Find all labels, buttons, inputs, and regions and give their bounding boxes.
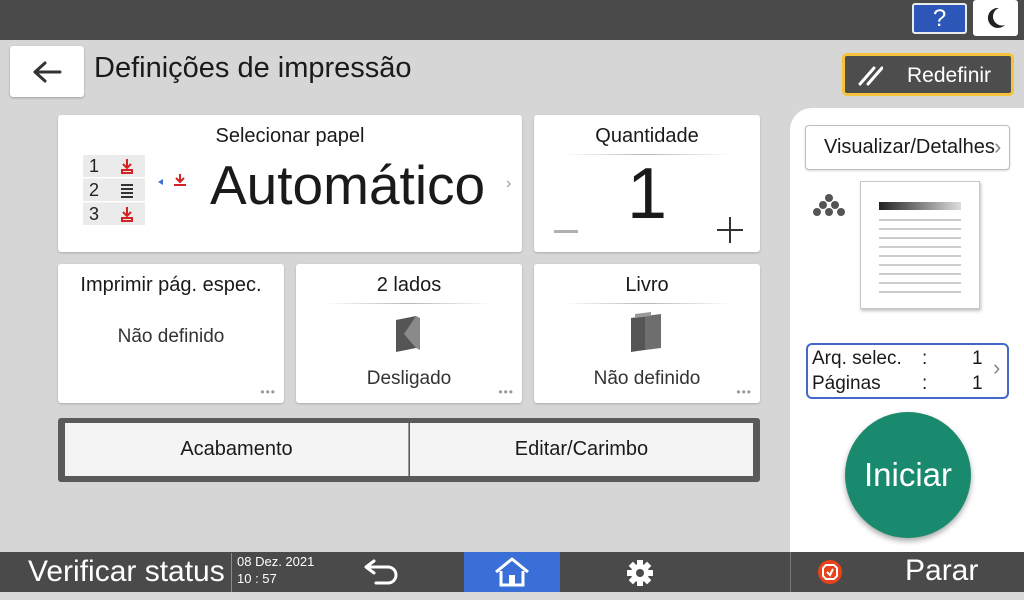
page-preview-thumbnail[interactable]	[860, 181, 980, 309]
reset-button[interactable]: Redefinir	[842, 53, 1014, 96]
color-dots-icon	[813, 194, 845, 216]
paper-trays-icon: 1 2 3	[83, 155, 186, 225]
date-label: 08 Dez. 2021	[237, 554, 315, 569]
start-button[interactable]: Iniciar	[845, 412, 971, 538]
more-options-icon: •••	[498, 385, 514, 399]
finishing-button[interactable]: Acabamento	[65, 423, 409, 476]
stop-icon	[818, 560, 842, 584]
reset-slashes-icon	[858, 66, 883, 86]
print-pages-value: Não definido	[117, 326, 225, 347]
two-sided-icon	[396, 316, 420, 352]
file-info-button[interactable]: Arq. selec. : 1 Páginas : 1 ›	[806, 343, 1009, 399]
files-label: Arq. selec.	[812, 348, 902, 369]
chevron-right-icon: ›	[506, 175, 512, 192]
book-value: Não definido	[593, 368, 701, 389]
reset-label: Redefinir	[907, 64, 992, 87]
help-button[interactable]: ?	[912, 3, 967, 34]
quantity-tile[interactable]: Quantidade 1	[534, 115, 760, 252]
moon-icon	[987, 7, 1005, 28]
edit-stamp-button[interactable]: Editar/Carimbo	[410, 423, 753, 476]
document-preview	[879, 202, 961, 293]
back-nav-button[interactable]	[362, 555, 406, 589]
date-time: 08 Dez. 2021 10 : 57	[231, 553, 314, 592]
chevron-right-icon: ›	[994, 134, 1002, 159]
pages-label: Páginas	[812, 373, 881, 394]
bottom-strip	[0, 592, 1024, 600]
tray-2-label: 2	[89, 180, 99, 200]
undo-arrow-icon	[364, 559, 398, 585]
stop-label: Parar	[905, 554, 979, 587]
stop-button[interactable]: Parar	[790, 552, 1024, 592]
settings-button[interactable]	[620, 555, 660, 589]
book-icon	[631, 312, 661, 352]
tray-3-label: 3	[89, 204, 99, 224]
two-sided-title: 2 lados	[296, 274, 522, 304]
print-pages-title: Imprimir pág. espec.	[80, 274, 262, 296]
quantity-title: Quantidade	[534, 125, 760, 155]
two-sided-tile[interactable]: 2 lados Desligado •••	[296, 264, 522, 403]
pages-separator: :	[922, 373, 928, 394]
page-title: Definições de impressão	[94, 52, 412, 84]
home-icon	[495, 557, 529, 587]
time-label: 10 : 57	[237, 571, 277, 586]
quantity-minus-button[interactable]	[554, 230, 578, 233]
chevron-right-icon: ›	[993, 355, 1001, 380]
view-details-button[interactable]: Visualizar/Detalhes ›	[805, 125, 1010, 170]
paper-select-value: Automático	[210, 154, 486, 216]
help-icon: ?	[932, 4, 947, 32]
gear-icon	[627, 560, 653, 586]
more-options-icon: •••	[260, 385, 276, 399]
paper-select-tile[interactable]: Selecionar papel 1 2 3 Automático ›	[58, 115, 522, 252]
tray-1-label: 1	[89, 156, 99, 176]
theme-toggle-button[interactable]	[973, 0, 1018, 36]
more-options-icon: •••	[736, 385, 752, 399]
book-tile[interactable]: Livro Não definido •••	[534, 264, 760, 403]
function-tabs: Acabamento Editar/Carimbo	[58, 418, 760, 482]
quantity-plus-button[interactable]	[717, 217, 743, 243]
top-bar	[0, 0, 1024, 40]
pages-value: 1	[972, 373, 983, 394]
print-pages-tile[interactable]: Imprimir pág. espec. Não definido •••	[58, 264, 284, 403]
files-value: 1	[972, 348, 983, 369]
check-status-button[interactable]: Verificar status	[28, 555, 225, 589]
back-button[interactable]	[10, 46, 84, 97]
arrow-left-icon	[33, 61, 62, 82]
files-separator: :	[922, 348, 928, 369]
book-title: Livro	[534, 274, 760, 304]
two-sided-value: Desligado	[366, 368, 452, 389]
paper-select-title: Selecionar papel	[215, 125, 365, 147]
home-button[interactable]	[464, 552, 560, 592]
